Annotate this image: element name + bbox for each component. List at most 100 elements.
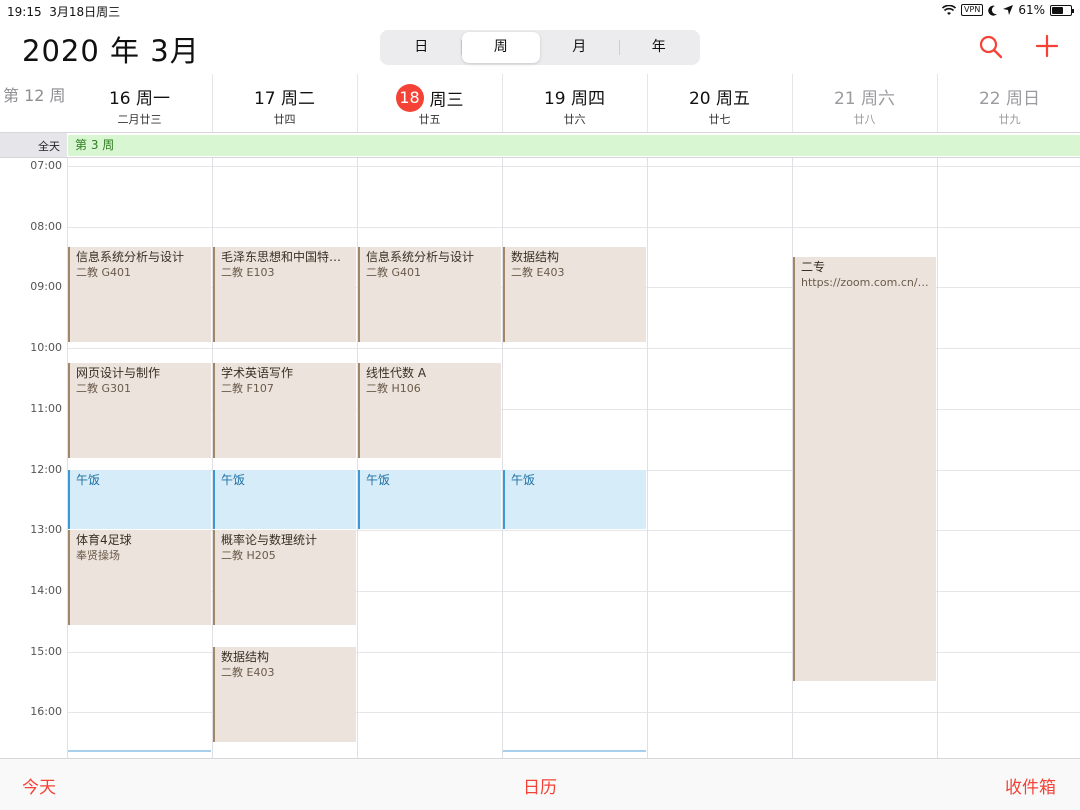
event-location: 二教 E403: [221, 665, 275, 679]
lunar-date: 廿四: [273, 113, 296, 126]
day-header[interactable]: 20 周五廿七: [647, 74, 792, 132]
day-header[interactable]: 21 周六 廿八: [792, 74, 937, 132]
today-indicator: 18: [395, 84, 424, 112]
day-name: 22 周日: [978, 89, 1041, 109]
segment-week[interactable]: 周: [461, 32, 540, 63]
day-column-divider: [647, 158, 648, 758]
course-event[interactable]: 信息系统分析与设计 二教 G401: [68, 246, 211, 343]
hour-label: 12:00: [30, 462, 62, 476]
event-stub[interactable]: [68, 750, 211, 752]
event-location: 二教 G301: [76, 382, 132, 396]
segment-day[interactable]: 日: [382, 32, 461, 63]
course-event[interactable]: 线性代数 A 二教 H106: [358, 363, 501, 459]
lunch-event[interactable]: 午饭: [213, 469, 356, 530]
hour-label: 09:00: [30, 280, 62, 294]
course-event[interactable]: 体育4足球 奉贤操场: [68, 530, 211, 626]
header-separator: [357, 74, 358, 132]
day-header-title: 18 周三: [357, 84, 502, 112]
hour-label: 07:00: [30, 159, 62, 172]
event-title: 网页设计与制作: [76, 366, 161, 381]
header-separator: [212, 74, 213, 132]
event-location: 二教 G401: [366, 265, 422, 279]
tab-today[interactable]: 今天: [22, 773, 56, 798]
lunar-date: 廿五: [418, 113, 441, 126]
status-indicators: VPN 61%: [942, 3, 1074, 17]
event-title: 午饭: [221, 472, 246, 487]
event-location: 二教 E403: [511, 265, 565, 279]
event-title: 概率论与数理统计: [221, 533, 318, 548]
course-event[interactable]: 概率论与数理统计 二教 H205: [213, 530, 356, 626]
plus-icon[interactable]: [1033, 32, 1061, 60]
all-day-row: 全天 第 3 周: [0, 132, 1080, 158]
segment-year[interactable]: 年: [620, 32, 699, 63]
hour-label: 11:00: [30, 401, 62, 415]
course-event[interactable]: 网页设计与制作 二教 G301: [68, 363, 211, 459]
lunch-event[interactable]: 午饭: [68, 469, 211, 530]
course-event[interactable]: 学术英语写作 二教 F107: [213, 363, 356, 459]
hour-gridline: [67, 166, 1080, 167]
lunch-event[interactable]: 午饭: [358, 469, 501, 530]
day-name: 20 周五: [688, 89, 751, 109]
day-column-divider: [937, 158, 938, 758]
search-icon[interactable]: [978, 34, 1004, 60]
event-title: 毛泽东思想和中国特…: [221, 249, 342, 264]
event-title: 午饭: [76, 472, 101, 487]
event-title: 体育4足球: [76, 533, 132, 548]
hour-label: 08:00: [30, 219, 62, 233]
moon-icon: [988, 5, 998, 16]
lunar-date: 二月廿三: [117, 113, 162, 126]
course-event[interactable]: 数据结构 二教 E403: [503, 246, 646, 343]
tab-calendars[interactable]: 日历: [523, 773, 557, 798]
status-bar: 19:15 3月18日周三 VPN 61%: [0, 0, 1080, 22]
all-day-label: 全天: [0, 133, 67, 157]
all-day-event[interactable]: 第 3 周: [68, 135, 1080, 156]
battery-percent: 61%: [1018, 3, 1045, 17]
battery-level: [1052, 6, 1063, 14]
lunar-date: 廿九: [998, 113, 1021, 126]
tab-inbox[interactable]: 收件箱: [1005, 773, 1056, 798]
day-name: 19 周四: [543, 89, 606, 109]
header-separator: [647, 74, 648, 132]
event-stub[interactable]: [503, 750, 646, 752]
day-name: 16 周一: [108, 89, 171, 109]
event-title: 数据结构: [221, 649, 270, 664]
event-title: 数据结构: [511, 249, 560, 264]
day-header[interactable]: 22 周日廿九: [937, 74, 1080, 132]
event-title: 信息系统分析与设计: [366, 249, 475, 264]
battery-icon: [1050, 4, 1074, 16]
hour-label: 16:00: [30, 705, 62, 719]
wifi-icon: [942, 4, 957, 15]
status-date: 3月18日周三: [49, 5, 121, 19]
location-arrow-icon: [1003, 5, 1014, 15]
day-header[interactable]: 18 周三 廿五: [357, 74, 502, 132]
week-number-label: 第 12 周: [3, 86, 66, 105]
hour-label: 13:00: [30, 523, 62, 537]
status-time-date: 19:15 3月18日周三: [7, 3, 120, 20]
course-event[interactable]: 毛泽东思想和中国特… 二教 E103: [213, 246, 356, 343]
time-grid[interactable]: 07:00 08:00 09:00 10:00 11:00 12:00 13:00 14:00…: [0, 158, 1080, 758]
event-location: 二教 E103: [221, 265, 275, 279]
day-name: 周三: [429, 90, 464, 111]
view-segmented-control: 日 周 月 年: [380, 30, 700, 65]
day-header[interactable]: 16 周一二月廿三: [67, 74, 212, 132]
segment-month[interactable]: 月: [540, 32, 619, 63]
lunar-date: 廿七: [708, 113, 731, 126]
day-header[interactable]: 19 周四廿六: [502, 74, 647, 132]
header-separator: [502, 74, 503, 132]
course-event[interactable]: 二专 https://zoom.com.cn/j/…: [793, 257, 936, 681]
event-location: 二教 G401: [76, 265, 132, 279]
event-title: 午饭: [511, 472, 536, 487]
day-name: 17 周二: [253, 89, 316, 109]
header-separator: [937, 74, 938, 132]
lunch-event[interactable]: 午饭: [503, 469, 646, 530]
hour-label: 14:00: [30, 583, 62, 597]
course-event[interactable]: 信息系统分析与设计 二教 G401: [358, 246, 501, 343]
course-event[interactable]: 数据结构 二教 E403: [213, 646, 356, 742]
event-title: 二专: [801, 260, 826, 275]
hour-label: 10:00: [30, 341, 62, 355]
event-title: 信息系统分析与设计: [76, 249, 185, 264]
event-location: 二教 H205: [221, 549, 276, 563]
month-title: 2020 年 3月: [22, 34, 200, 68]
lunar-date: 廿六: [563, 113, 586, 126]
day-header[interactable]: 17 周二廿四: [212, 74, 357, 132]
